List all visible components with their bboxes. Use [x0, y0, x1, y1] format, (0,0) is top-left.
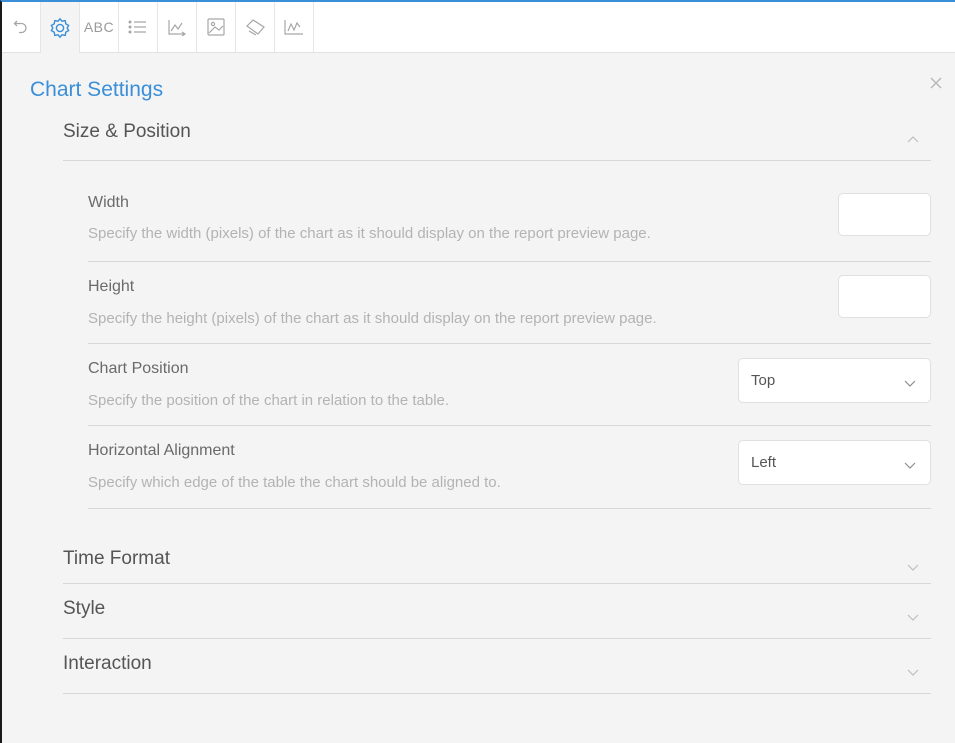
section-label: Style [63, 598, 106, 619]
section-interaction[interactable]: Interaction [63, 639, 931, 694]
setting-name: Width [88, 194, 129, 211]
undo-icon [13, 20, 27, 34]
select-value: Left [751, 454, 777, 471]
line-chart-icon [284, 20, 303, 35]
height-input[interactable] [838, 275, 931, 318]
panel-title: Chart Settings [30, 78, 164, 101]
chevron-down-icon [907, 609, 919, 627]
close-icon [930, 77, 942, 89]
setting-width: Width Specify the width (pixels) of the … [88, 182, 931, 262]
width-input[interactable] [838, 193, 931, 236]
axis-tab[interactable] [158, 2, 197, 52]
setting-description: Specify the position of the chart in rel… [88, 392, 450, 409]
section-size-position[interactable]: Size & Position [63, 116, 931, 161]
horizontal-alignment-select[interactable]: Left [738, 440, 931, 485]
setting-description: Specify which edge of the table the char… [88, 474, 501, 491]
chevron-up-icon [907, 130, 919, 148]
setting-description: Specify the width (pixels) of the chart … [88, 225, 651, 242]
section-style[interactable]: Style [63, 584, 931, 639]
tag-icon [246, 19, 265, 36]
line-chart-tab[interactable] [275, 2, 314, 52]
image-icon [207, 18, 225, 36]
chevron-down-icon [904, 375, 916, 393]
setting-name: Height [88, 278, 135, 295]
chart-position-select[interactable]: Top [738, 358, 931, 403]
section-label: Interaction [63, 653, 152, 674]
setting-horizontal-alignment: Horizontal Alignment Specify which edge … [88, 426, 931, 509]
settings-window: ABC Chart Settings Size & Position Width… [0, 0, 955, 743]
section-time-format[interactable]: Time Format [63, 539, 931, 584]
list-icon [128, 20, 146, 34]
toolbar: ABC [2, 2, 955, 53]
tag-tab[interactable] [236, 2, 275, 52]
setting-description: Specify the height (pixels) of the chart… [88, 310, 657, 327]
gear-icon [50, 17, 70, 38]
list-tab[interactable] [119, 2, 158, 52]
setting-name: Chart Position [88, 360, 189, 377]
text-abc-icon: ABC [83, 19, 115, 35]
chevron-down-icon [907, 559, 919, 577]
image-tab[interactable] [197, 2, 236, 52]
chevron-down-icon [907, 664, 919, 682]
setting-chart-position: Chart Position Specify the position of t… [88, 344, 931, 426]
text-tab[interactable]: ABC [80, 2, 119, 52]
setting-height: Height Specify the height (pixels) of th… [88, 262, 931, 344]
axis-chart-icon [168, 20, 187, 36]
undo-button[interactable] [2, 2, 41, 52]
section-label: Size & Position [63, 121, 191, 142]
close-button[interactable] [929, 76, 949, 96]
select-value: Top [751, 372, 776, 389]
chart-settings-tab[interactable] [41, 2, 80, 53]
section-label: Time Format [63, 548, 170, 569]
chevron-down-icon [904, 457, 916, 475]
setting-name: Horizontal Alignment [88, 442, 235, 459]
